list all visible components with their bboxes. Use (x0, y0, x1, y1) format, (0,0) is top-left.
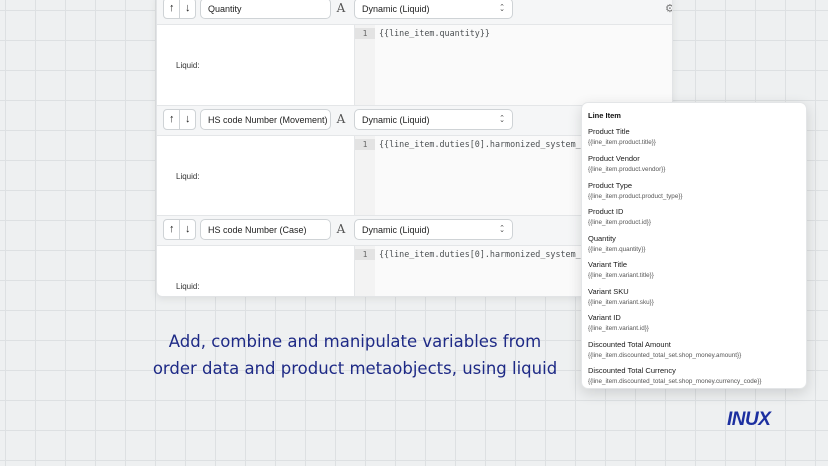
arrow-down-icon[interactable]: ↓ (179, 110, 195, 129)
caption-line: Add, combine and manipulate variables fr… (168, 332, 542, 351)
variable-option[interactable]: Quantity {{line_item.quantity}} (588, 234, 803, 258)
variable-code: {{line_item.product.title}} (588, 139, 656, 146)
variable-label: Variant ID (588, 313, 621, 322)
arrow-down-icon[interactable]: ↓ (179, 220, 195, 239)
code-line[interactable]: {{line_item.quantity}} (379, 28, 490, 38)
field-type-value: Dynamic (Liquid) (362, 114, 430, 125)
line-number: 1 (355, 139, 375, 150)
field-type-select[interactable]: Dynamic (Liquid) ⌃ ⌄ (354, 109, 513, 130)
variable-code: {{line_item.product.product_type}} (588, 193, 683, 200)
variable-option[interactable]: Product ID {{line_item.product.id}} (588, 207, 803, 231)
font-type-icon: A (336, 112, 346, 126)
variable-option[interactable]: Variant Title {{line_item.variant.title}… (588, 260, 803, 284)
feature-caption: Add, combine and manipulate variables fr… (150, 328, 560, 382)
variable-label: Variant Title (588, 260, 628, 269)
reorder-buttons: ↑ ↓ (163, 109, 196, 130)
variable-option[interactable]: Product Title {{line_item.product.title}… (588, 127, 803, 151)
variable-option[interactable]: Discounted Total Currency {{line_item.di… (588, 366, 803, 388)
variable-code: {{line_item.variant.sku}} (588, 299, 654, 306)
brand-logo: INUX (727, 409, 773, 430)
variable-code: {{line_item.product.id}} (588, 219, 652, 226)
variable-label: Discounted Total Currency (588, 366, 676, 375)
variable-picker-popup: Line Item Product Title {{line_item.prod… (581, 102, 807, 389)
variable-code: {{line_item.product.vendor}} (588, 166, 666, 173)
reorder-buttons: ↑ ↓ (163, 0, 196, 19)
line-number: 1 (355, 28, 375, 39)
arrow-down-icon[interactable]: ↓ (179, 0, 195, 18)
chevron-up-down-icon: ⌃ ⌄ (499, 4, 505, 13)
variable-code: {{line_item.variant.title}} (588, 272, 654, 279)
field-row-header: ↑ ↓ Quantity A Dynamic (Liquid) ⌃⌄ ⚙ (157, 0, 672, 25)
variable-label: Variant SKU (588, 287, 629, 296)
settings-icon[interactable]: ⚙ (665, 3, 672, 15)
variable-code: {{line_item.variant.id}} (588, 325, 649, 332)
field-name-input[interactable]: Quantity (200, 0, 331, 19)
field-type-select[interactable]: Dynamic (Liquid) ⌃ ⌄ (354, 219, 513, 240)
liquid-label: Liquid: (176, 282, 200, 291)
arrow-up-icon[interactable]: ↑ (164, 220, 179, 239)
field-name-input[interactable]: HS code Number (Case) (200, 219, 331, 240)
variable-label: Discounted Total Amount (588, 340, 671, 349)
arrow-up-icon[interactable]: ↑ (164, 110, 179, 129)
logo-text: INUX (727, 409, 772, 430)
chevron-up-down-icon: ⌃ ⌄ (499, 115, 505, 124)
font-type-icon: A (336, 222, 346, 236)
caption-line: order data and product metaobjects, usin… (152, 359, 558, 378)
liquid-code-editor[interactable]: 1 {{line_item.quantity}} (354, 25, 672, 105)
variable-option[interactable]: Variant SKU {{line_item.variant.sku}} (588, 287, 803, 311)
field-name-input[interactable]: HS code Number (Movement) (200, 109, 331, 130)
liquid-label: Liquid: (176, 172, 200, 181)
variable-code: {{line_item.quantity}} (588, 246, 646, 253)
line-number: 1 (355, 249, 375, 260)
popup-title: Line Item (588, 111, 621, 120)
reorder-buttons: ↑ ↓ (163, 219, 196, 240)
variable-option[interactable]: Discounted Total Amount {{line_item.disc… (588, 340, 803, 364)
variable-option[interactable]: Product Type {{line_item.product.product… (588, 181, 803, 205)
variable-option[interactable]: Variant ID {{line_item.variant.id}} (588, 313, 803, 337)
field-type-value: Dynamic (Liquid) (362, 3, 430, 14)
field-type-value: Dynamic (Liquid) (362, 224, 430, 235)
liquid-label: Liquid: (176, 61, 200, 70)
variable-label: Quantity (588, 234, 616, 243)
variable-code: {{line_item.discounted_total_set.shop_mo… (588, 378, 762, 385)
variable-option[interactable]: Product Vendor {{line_item.product.vendo… (588, 154, 803, 178)
variable-label: Product Title (588, 127, 630, 136)
code-line[interactable]: {{line_item.duties[0].harmonized_system_… (379, 139, 611, 149)
variable-label: Product Vendor (588, 154, 640, 163)
font-type-icon: A (336, 1, 346, 15)
arrow-up-icon[interactable]: ↑ (164, 0, 179, 18)
code-line[interactable]: {{line_item.duties[0].harmonized_system_… (379, 249, 611, 259)
variable-label: Product ID (588, 207, 624, 216)
variable-code: {{line_item.discounted_total_set.shop_mo… (588, 352, 742, 359)
field-row: ↑ ↓ Quantity A Dynamic (Liquid) ⌃⌄ ⚙ Liq… (157, 0, 672, 105)
field-type-select[interactable]: Dynamic (Liquid) ⌃ ⌄ (354, 0, 513, 19)
chevron-up-down-icon: ⌃ ⌄ (499, 225, 505, 234)
variable-label: Product Type (588, 181, 633, 190)
